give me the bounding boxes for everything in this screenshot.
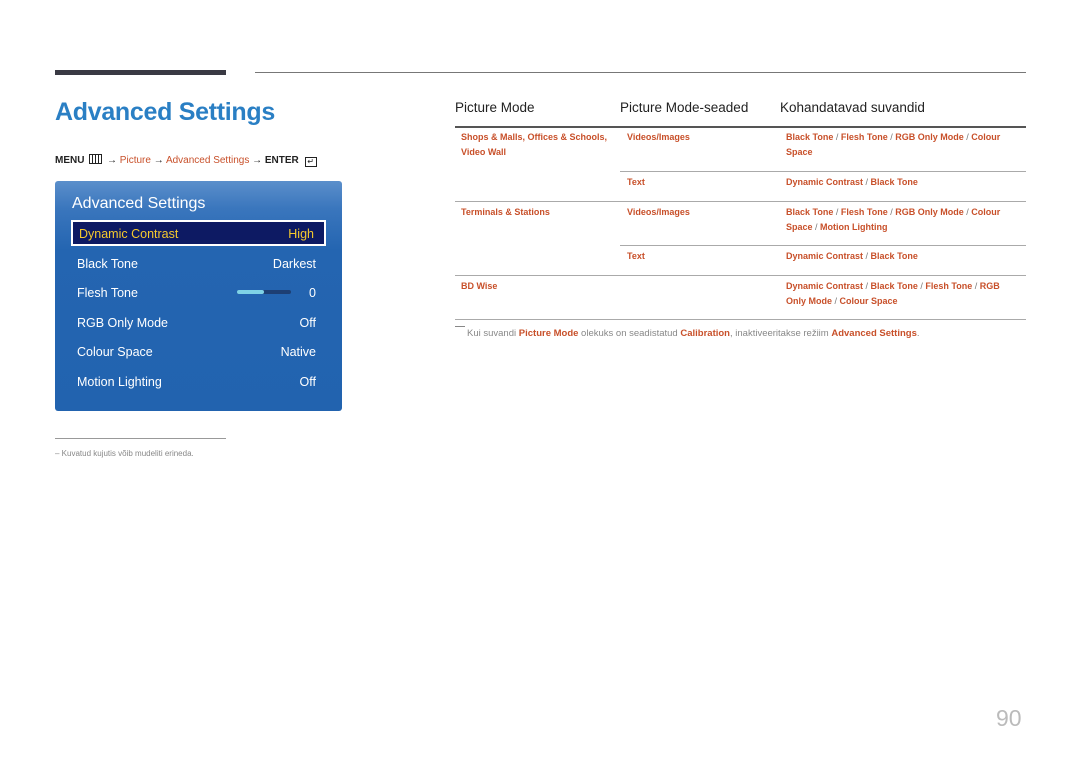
note-highlight: Calibration — [680, 328, 730, 339]
enter-icon: ↵ — [304, 157, 317, 167]
cell-setting: Videos/Images — [627, 207, 690, 217]
arrow: → — [107, 155, 118, 166]
page-title: Advanced Settings — [55, 98, 275, 126]
option-name: Dynamic Contrast — [786, 251, 864, 261]
option-name: Motion Lighting — [820, 222, 888, 232]
header-rule — [255, 72, 1026, 73]
separator: / — [863, 177, 871, 187]
separator: / — [863, 251, 871, 261]
breadcrumb-picture: Picture — [119, 155, 151, 166]
column-header-options: Kohandatavad suvandid — [780, 100, 925, 115]
osd-item-colour-space[interactable]: Colour Space Native — [71, 339, 326, 365]
option-name: Black Tone — [870, 177, 918, 187]
osd-item-label: Dynamic Contrast — [79, 227, 179, 241]
osd-item-dynamic-contrast[interactable]: Dynamic Contrast High — [71, 220, 326, 246]
row-divider — [620, 245, 1026, 246]
option-name: Flesh Tone — [925, 281, 973, 291]
cell-setting: Videos/Images — [627, 132, 690, 142]
cell-mode: Shops & Malls, Offices & Schools, Video … — [461, 132, 608, 157]
cell-mode: BD Wise — [461, 281, 498, 291]
column-header-mode-settings: Picture Mode-seaded — [620, 100, 749, 115]
row-divider — [620, 171, 1026, 172]
separator: / — [833, 132, 841, 142]
osd-item-value: 0 — [309, 286, 316, 300]
separator: / — [832, 296, 840, 306]
option-name: Dynamic Contrast — [786, 281, 864, 291]
cell-mode: Terminals & Stations — [461, 207, 550, 217]
osd-item-motion-lighting[interactable]: Motion Lighting Off — [71, 369, 326, 395]
option-name: RGB Only Mode — [895, 207, 964, 217]
note: Kui suvandi Picture Mode olekuks on sead… — [455, 326, 920, 339]
cell-options: Black Tone / Flesh Tone / RGB Only Mode … — [786, 205, 1021, 235]
cell-setting: Text — [627, 177, 645, 187]
header-rule — [455, 126, 1026, 128]
note-highlight: Advanced Settings — [831, 328, 917, 339]
osd-item-value: Darkest — [272, 257, 316, 271]
osd-item-flesh-tone[interactable]: Flesh Tone 0 — [71, 280, 326, 306]
osd-item-label: Colour Space — [77, 345, 153, 359]
option-name: Black Tone — [870, 251, 918, 261]
note-text: , inaktiveeritakse režiim — [729, 328, 832, 339]
cell-options: Dynamic Contrast / Black Tone — [786, 175, 1021, 190]
option-name: Black Tone — [870, 281, 918, 291]
footnote: – Kuvatud kujutis võib mudeliti erineda. — [55, 449, 194, 458]
option-name: Colour Space — [839, 296, 898, 306]
osd-item-black-tone[interactable]: Black Tone Darkest — [71, 251, 326, 277]
option-name: RGB Only Mode — [895, 132, 964, 142]
arrow: → — [252, 155, 263, 166]
page-number: 90 — [996, 705, 1022, 731]
osd-item-label: RGB Only Mode — [77, 316, 169, 330]
separator: / — [863, 281, 871, 291]
option-name: Black Tone — [786, 132, 834, 142]
osd-menu: Advanced Settings Dynamic Contrast High … — [55, 181, 342, 411]
footnote-rule — [55, 438, 226, 439]
separator: / — [812, 222, 821, 232]
separator: / — [833, 207, 841, 217]
option-name: Flesh Tone — [840, 132, 888, 142]
note-text: Kui suvandi — [467, 328, 519, 339]
row-divider — [455, 201, 1026, 202]
breadcrumb-advanced: Advanced Settings — [165, 155, 250, 166]
row-divider — [455, 319, 1026, 320]
osd-title: Advanced Settings — [72, 195, 206, 212]
column-header-picture-mode: Picture Mode — [455, 100, 535, 115]
menu-grid-icon — [89, 154, 103, 164]
osd-item-value: Off — [299, 316, 316, 330]
separator: / — [972, 281, 980, 291]
osd-item-value: Off — [299, 375, 316, 389]
note-dash — [455, 326, 465, 327]
option-name: Black Tone — [786, 207, 834, 217]
cell-options: Black Tone / Flesh Tone / RGB Only Mode … — [786, 130, 1021, 160]
osd-item-rgb-only-mode[interactable]: RGB Only Mode Off — [71, 310, 326, 336]
osd-item-value: Native — [280, 345, 316, 359]
cell-options: Dynamic Contrast / Black Tone — [786, 249, 1021, 264]
note-text: olekuks on seadistatud — [578, 328, 681, 339]
option-name: Flesh Tone — [840, 207, 888, 217]
breadcrumb: MENU → Picture → Advanced Settings → ENT… — [55, 154, 317, 167]
osd-item-label: Flesh Tone — [77, 286, 138, 300]
note-highlight: Picture Mode — [518, 328, 579, 339]
header-bar-thick — [55, 70, 226, 75]
breadcrumb-enter: ENTER — [264, 155, 299, 166]
cell-options: Dynamic Contrast / Black Tone / Flesh To… — [786, 279, 1021, 309]
osd-item-value: High — [288, 227, 314, 241]
row-divider — [455, 275, 1026, 276]
flesh-tone-slider[interactable] — [237, 290, 291, 294]
arrow: → — [153, 155, 164, 166]
note-text: . — [916, 328, 920, 339]
cell-setting: Text — [627, 251, 645, 261]
breadcrumb-menu: MENU — [55, 155, 85, 166]
slider-fill — [237, 290, 264, 294]
osd-item-label: Black Tone — [77, 257, 138, 271]
osd-item-label: Motion Lighting — [77, 375, 162, 389]
option-name: Dynamic Contrast — [786, 177, 864, 187]
